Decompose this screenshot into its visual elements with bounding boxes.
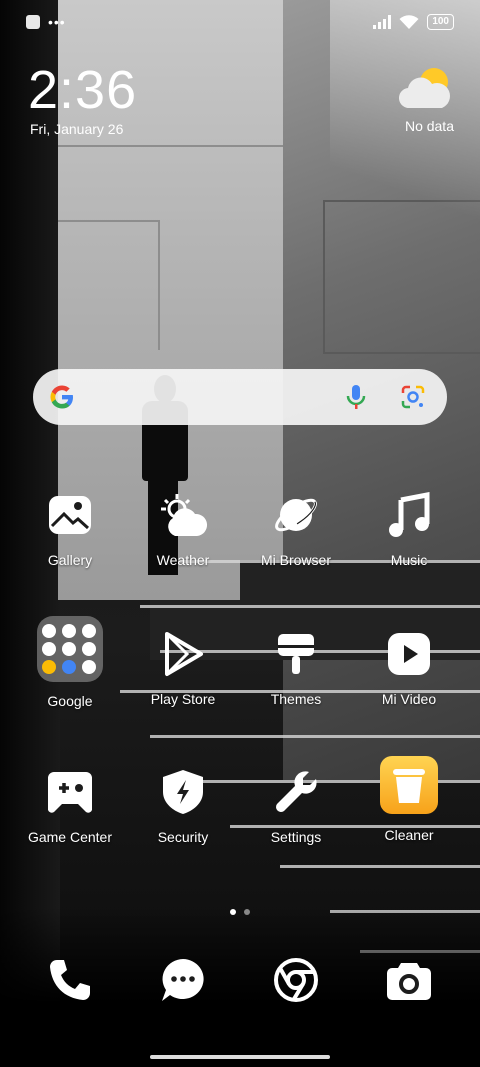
clock-time[interactable]: 2:36 xyxy=(28,60,137,120)
weather-widget[interactable]: No data xyxy=(364,66,454,134)
wrench-icon xyxy=(276,771,317,812)
app-label: Google xyxy=(47,693,93,709)
dock-messages[interactable] xyxy=(127,957,239,1003)
app-play-store[interactable]: Play Store xyxy=(127,624,239,707)
browser-icon xyxy=(275,498,317,532)
app-label: Mi Browser xyxy=(260,552,331,568)
partly-cloudy-icon xyxy=(398,68,450,109)
battery-icon: 100 xyxy=(427,14,454,30)
status-bar: ••• 100 xyxy=(0,0,480,46)
app-label: Gallery xyxy=(47,552,93,568)
battery-level: 100 xyxy=(432,16,449,27)
app-label: Weather xyxy=(156,552,210,568)
notification-square-icon xyxy=(26,15,40,29)
app-game-center[interactable]: Game Center xyxy=(14,762,126,845)
weather-status: No data xyxy=(404,118,454,134)
gamepad-icon xyxy=(48,772,92,813)
google-search-bar[interactable] xyxy=(33,369,447,425)
app-mi-browser[interactable]: Mi Browser xyxy=(240,485,352,568)
google-folder-icon xyxy=(37,616,103,682)
shield-bolt-icon xyxy=(163,770,203,814)
app-cleaner[interactable]: Cleaner xyxy=(353,756,465,843)
app-label: Cleaner xyxy=(384,827,434,843)
signal-icon xyxy=(373,15,392,29)
app-label: Mi Video xyxy=(381,691,437,707)
video-play-icon xyxy=(388,633,430,675)
app-mi-video[interactable]: Mi Video xyxy=(353,624,465,707)
home-gesture-bar[interactable] xyxy=(150,1055,330,1059)
app-label: Play Store xyxy=(150,691,216,707)
app-folder-google[interactable]: Google xyxy=(14,616,126,709)
weather-icon xyxy=(161,494,208,536)
messages-icon xyxy=(162,959,204,1001)
page-dot-active xyxy=(230,909,236,915)
play-store-icon xyxy=(165,632,203,676)
app-gallery[interactable]: Gallery xyxy=(14,485,126,568)
app-label: Music xyxy=(390,552,428,568)
microphone-icon[interactable] xyxy=(345,383,367,411)
dock-phone[interactable] xyxy=(14,957,126,1003)
dock-camera[interactable] xyxy=(353,957,465,1003)
paint-brush-icon xyxy=(278,634,314,674)
app-security[interactable]: Security xyxy=(127,762,239,845)
google-lens-icon[interactable] xyxy=(399,383,427,411)
clock-date[interactable]: Fri, January 26 xyxy=(30,121,123,137)
app-settings[interactable]: Settings xyxy=(240,762,352,845)
phone-icon xyxy=(50,960,90,1000)
dock-chrome[interactable] xyxy=(240,957,352,1003)
trash-icon xyxy=(393,769,425,803)
chrome-icon xyxy=(274,958,318,1002)
camera-icon xyxy=(387,963,431,1000)
google-logo-icon xyxy=(50,385,73,409)
app-themes[interactable]: Themes xyxy=(240,624,352,707)
app-label: Game Center xyxy=(27,829,113,845)
app-music[interactable]: Music xyxy=(353,485,465,568)
music-note-icon xyxy=(389,492,430,537)
app-label: Settings xyxy=(270,829,322,845)
page-dot xyxy=(244,909,250,915)
page-indicator xyxy=(0,909,480,915)
wifi-icon xyxy=(399,15,419,29)
app-label: Themes xyxy=(270,691,322,707)
more-dots-icon: ••• xyxy=(48,14,66,30)
app-label: Security xyxy=(157,829,209,845)
app-weather[interactable]: Weather xyxy=(127,485,239,568)
gallery-icon xyxy=(49,496,91,534)
